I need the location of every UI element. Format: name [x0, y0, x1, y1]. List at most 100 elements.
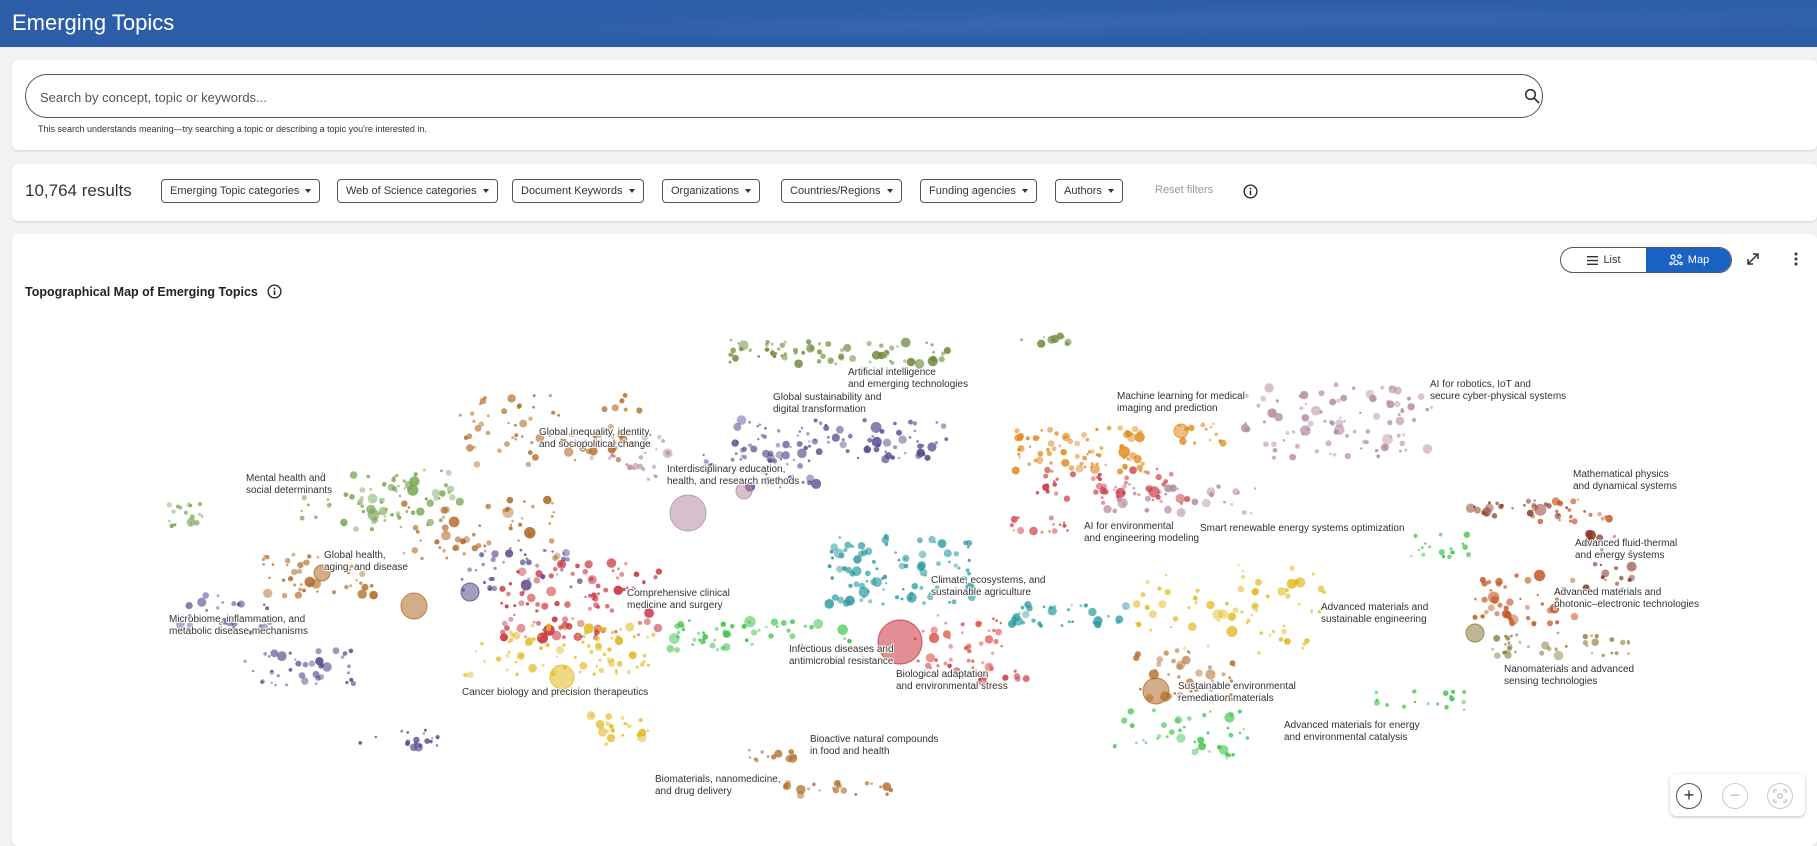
topic-dot[interactable] — [1495, 577, 1503, 586]
topic-dot[interactable] — [590, 592, 599, 601]
topic-dot[interactable] — [1301, 646, 1305, 650]
topic-dot[interactable] — [1188, 622, 1197, 631]
topic-dot[interactable] — [1127, 708, 1135, 715]
topic-dot[interactable] — [1156, 656, 1164, 663]
topic-dot[interactable] — [473, 445, 477, 449]
topic-dot[interactable] — [1465, 623, 1485, 643]
topic-dot[interactable] — [332, 590, 337, 595]
topic-dot[interactable] — [1480, 614, 1484, 618]
topic-dot[interactable] — [357, 502, 360, 506]
topic-dot[interactable] — [1031, 618, 1036, 623]
topic-dot[interactable] — [435, 735, 440, 740]
topic-dot[interactable] — [836, 425, 844, 434]
topic-dot[interactable] — [270, 681, 273, 684]
topic-dot[interactable] — [1304, 402, 1308, 406]
topic-dot[interactable] — [1504, 634, 1507, 638]
topic-dot[interactable] — [1070, 604, 1073, 607]
topic-dot[interactable] — [269, 669, 275, 675]
topic-dot[interactable] — [857, 542, 866, 550]
topic-dot[interactable] — [500, 629, 506, 635]
cluster-label[interactable]: Biological adaptation and environmental s… — [895, 668, 1009, 693]
topic-dot[interactable] — [1282, 439, 1286, 442]
topic-dot[interactable] — [978, 641, 984, 646]
topic-dot[interactable] — [1051, 446, 1057, 452]
topic-dot[interactable] — [435, 744, 439, 747]
topic-dot[interactable] — [1134, 432, 1145, 443]
topic-dot[interactable] — [1501, 609, 1511, 619]
topic-dot[interactable] — [584, 595, 587, 599]
topic-dot[interactable] — [561, 616, 569, 623]
topic-dot[interactable] — [1052, 482, 1057, 487]
topic-dot[interactable] — [1212, 609, 1223, 620]
topic-dot[interactable] — [1389, 435, 1393, 438]
topic-dot[interactable] — [391, 486, 397, 492]
topic-dot[interactable] — [1423, 542, 1427, 545]
topic-dot[interactable] — [1151, 498, 1155, 502]
topic-dot[interactable] — [960, 631, 964, 634]
topic-dot[interactable] — [1009, 523, 1015, 528]
topic-dot[interactable] — [478, 421, 485, 428]
topic-dot[interactable] — [1121, 717, 1128, 724]
topic-dot[interactable] — [504, 441, 510, 447]
topic-dot[interactable] — [928, 535, 936, 544]
topic-dot[interactable] — [796, 434, 800, 437]
topic-dot[interactable] — [507, 421, 510, 425]
topic-dot[interactable] — [1148, 486, 1160, 498]
topic-dot[interactable] — [1174, 648, 1180, 653]
topic-dot[interactable] — [395, 511, 401, 516]
topic-dot[interactable] — [578, 670, 582, 674]
topic-dot[interactable] — [274, 683, 277, 687]
topic-dot[interactable] — [1064, 338, 1072, 346]
topic-dot[interactable] — [466, 444, 474, 452]
topic-dot[interactable] — [1479, 576, 1486, 583]
topic-dot[interactable] — [542, 628, 545, 632]
topic-dot[interactable] — [326, 503, 332, 508]
topic-dot[interactable] — [512, 631, 521, 640]
topic-dot[interactable] — [1547, 620, 1553, 627]
topic-dot[interactable] — [865, 570, 871, 577]
topic-dot[interactable] — [431, 737, 434, 740]
topic-dot[interactable] — [1570, 514, 1573, 518]
topic-dot[interactable] — [1036, 456, 1044, 464]
topic-dot[interactable] — [789, 445, 792, 449]
topic-dot[interactable] — [462, 552, 467, 556]
topic-dot[interactable] — [943, 347, 951, 354]
topic-dot[interactable] — [1219, 439, 1227, 447]
topic-dot[interactable] — [260, 679, 265, 684]
topic-dot[interactable] — [473, 461, 481, 468]
topic-dot[interactable] — [579, 662, 588, 670]
topic-dot[interactable] — [902, 554, 910, 563]
topic-dot[interactable] — [1202, 498, 1211, 508]
topic-dot[interactable] — [1028, 445, 1032, 448]
topic-dot[interactable] — [936, 561, 941, 567]
topic-dot[interactable] — [1206, 600, 1215, 610]
topic-dot[interactable] — [1157, 734, 1162, 739]
topic-dot[interactable] — [676, 630, 681, 635]
topic-dot[interactable] — [499, 585, 506, 592]
topic-dot[interactable] — [288, 576, 294, 582]
topic-dot[interactable] — [577, 634, 580, 637]
topic-dot[interactable] — [1352, 386, 1356, 390]
topic-dot[interactable] — [691, 643, 694, 646]
topic-dot[interactable] — [1159, 499, 1163, 504]
topic-dot[interactable] — [1329, 452, 1332, 456]
topic-dot[interactable] — [813, 418, 818, 423]
topic-dot[interactable] — [502, 506, 514, 518]
topic-dot[interactable] — [917, 443, 923, 449]
topic-dot[interactable] — [1202, 713, 1207, 718]
topic-dot[interactable] — [756, 424, 759, 428]
topic-dot[interactable] — [1047, 606, 1057, 616]
topic-dot[interactable] — [1193, 740, 1197, 744]
topic-dot[interactable] — [1016, 435, 1024, 442]
topic-dot[interactable] — [416, 507, 425, 516]
topic-dot[interactable] — [807, 459, 811, 463]
topic-dot[interactable] — [171, 509, 176, 514]
topic-dot[interactable] — [643, 451, 647, 455]
topic-dot[interactable] — [827, 436, 830, 439]
topic-dot[interactable] — [1240, 610, 1244, 614]
topic-dot[interactable] — [1583, 510, 1586, 513]
topic-dot[interactable] — [552, 555, 558, 561]
topic-dot[interactable] — [357, 589, 367, 599]
topic-dot[interactable] — [966, 658, 971, 663]
topic-dot[interactable] — [349, 584, 353, 588]
